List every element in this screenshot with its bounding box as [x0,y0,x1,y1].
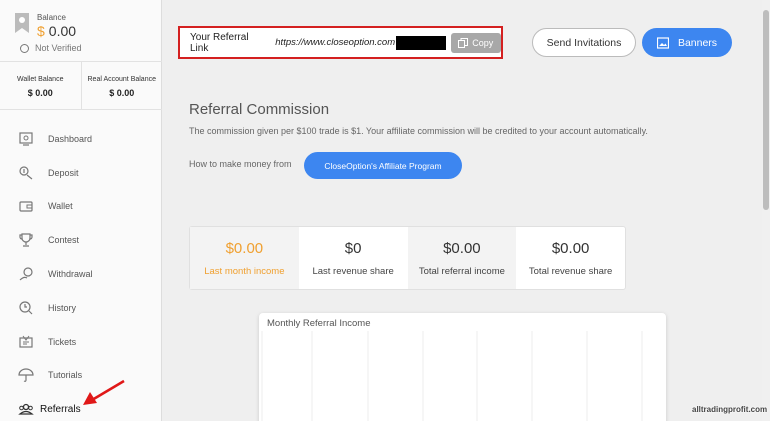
withdrawal-icon [19,267,33,281]
watermark: alltradingprofit.com [692,405,768,414]
stat-total-referral-income: $0.00 Total referral income [407,227,517,289]
stat-last-revenue-share: $0 Last revenue share [299,227,408,289]
stat-last-month-income: $0.00 Last month income [190,227,299,289]
copy-icon [458,37,469,48]
wallet-icon [19,201,33,213]
balance-label: Balance [37,13,66,22]
stat-value: $0 [344,240,362,257]
annotation-arrow-icon [83,379,125,405]
sidebar-item-label: History [48,302,77,313]
account-balances: Wallet Balance $ 0.00 Real Account Balan… [0,62,162,110]
banners-label: Banners [677,36,718,49]
chart-title: Monthly Referral Income [267,318,371,329]
referrals-icon [18,404,34,415]
verification-label: Not Verified [35,43,82,53]
real-balance-label: Real Account Balance [87,76,157,83]
sidebar-item-label: Dashboard [48,133,93,144]
deposit-icon [19,166,33,180]
stat-value: $0.00 [551,240,590,257]
copy-label: Copy [472,37,494,48]
monthly-income-chart: Monthly Referral Income [259,313,666,421]
stat-label: Last revenue share [312,266,394,277]
chart-grid [261,331,643,421]
sidebar-item-dashboard[interactable]: Dashboard [0,122,162,156]
stat-label: Last month income [204,266,285,277]
stat-value: $0.00 [443,240,481,257]
commission-description: The commission given per $100 trade is $… [189,126,648,136]
sidebar-item-label: Contest [48,235,80,246]
history-icon [19,301,33,315]
sidebar-item-label: Tutorials [48,370,83,381]
sidebar-nav: Dashboard Deposit Wallet Contest Withdra… [0,122,162,421]
balance-value: 0.00 [48,23,77,39]
stat-label: Total revenue share [528,266,613,277]
real-account-balance: Real Account Balance $ 0.00 [80,62,163,109]
stat-total-revenue-share: $0.00 Total revenue share [516,227,625,289]
redacted-code [396,35,446,50]
sidebar-item-contest[interactable]: Contest [0,223,162,257]
umbrella-icon [18,368,34,383]
sidebar-item-label: Withdrawal [48,269,93,280]
sidebar-item-tickets[interactable]: Tickets [0,325,162,359]
commission-title: Referral Commission [189,101,330,118]
verification-status[interactable]: Not Verified [20,43,82,53]
wallet-balance-label: Wallet Balance [17,76,64,83]
wallet-balance: Wallet Balance $ 0.00 [0,62,81,109]
stat-label: Total referral income [418,266,505,277]
radio-circle-icon [20,43,29,53]
send-invitations-button[interactable]: Send Invitations [532,28,636,57]
balance-currency: $ [37,23,45,39]
badge-icon [15,13,29,33]
income-stats: $0.00 Last month income $0 Last revenue … [189,226,626,290]
dashboard-icon [19,132,33,146]
scrollbar-thumb[interactable] [763,10,769,210]
sidebar: Balance $0.00 Not Verified Wallet Balanc… [0,0,162,421]
stat-value: $0.00 [225,240,264,257]
balance-amount: $0.00 [37,23,76,39]
sidebar-item-label: Deposit [48,167,79,178]
wallet-balance-value: $ 0.00 [27,88,53,98]
balance-block: Balance $0.00 Not Verified [0,0,162,62]
sidebar-item-label: Tickets [48,336,77,347]
sidebar-item-withdrawal[interactable]: Withdrawal [0,257,162,291]
sidebar-item-deposit[interactable]: Deposit [0,156,162,190]
sidebar-item-wallet[interactable]: Wallet [0,190,162,224]
sidebar-item-label: Referrals [40,403,81,415]
referral-link-box: Your Referral Link https://www.closeopti… [178,26,503,59]
how-to-text: How to make money from [189,159,292,169]
sidebar-item-label: Wallet [48,201,73,212]
affiliate-program-button[interactable]: CloseOption's Affiliate Program [304,152,462,179]
page-scrollbar[interactable] [762,0,770,421]
real-balance-value: $ 0.00 [109,88,135,98]
image-icon [656,36,669,49]
copy-button[interactable]: Copy [450,32,501,53]
sidebar-item-history[interactable]: History [0,291,162,325]
banners-button[interactable]: Banners [642,28,732,57]
referral-link-label: Your Referral Link [190,31,249,54]
tickets-icon [19,335,33,348]
referral-link-url[interactable]: https://www.closeoption.com [275,37,395,48]
trophy-icon [19,233,33,247]
